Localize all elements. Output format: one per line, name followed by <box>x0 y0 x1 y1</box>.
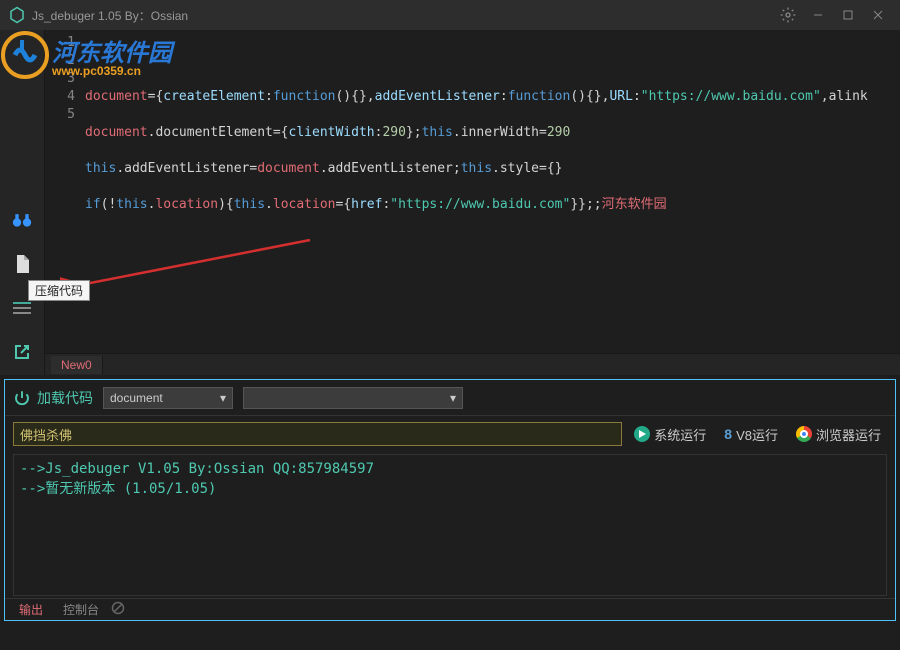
console-output[interactable]: -->Js_debuger V1.05 By:Ossian QQ:8579845… <box>13 454 887 596</box>
combo-value: document <box>110 391 163 405</box>
play-icon <box>634 426 650 442</box>
line-number: 1 <box>45 34 75 52</box>
titlebar: Js_debuger 1.05 By：Ossian <box>0 0 900 30</box>
line-number: 4 <box>45 88 75 106</box>
chevron-down-icon: ▾ <box>450 391 456 405</box>
editor-tab[interactable]: New0 <box>51 356 103 374</box>
v8-icon: 8 <box>724 426 732 442</box>
load-label: 加载代码 <box>37 388 93 408</box>
run-label: 浏览器运行 <box>816 425 881 444</box>
block-icon[interactable] <box>111 601 125 618</box>
console-line: -->Js_debuger V1.05 By:Ossian QQ:8579845… <box>20 459 880 479</box>
file-icon[interactable] <box>12 254 32 274</box>
list-icon[interactable] <box>12 298 32 318</box>
console-line: -->暂无新版本 (1.05/1.05) <box>20 479 880 499</box>
line-gutter: 1 2 3 4 5 <box>45 34 85 353</box>
code-content[interactable]: document={createElement:function(){},add… <box>85 34 900 353</box>
expression-input[interactable] <box>13 422 622 446</box>
window-controls <box>774 3 892 27</box>
line-number: 3 <box>45 70 75 88</box>
run-system-button[interactable]: 系统运行 <box>628 425 712 444</box>
chevron-down-icon: ▾ <box>220 391 226 405</box>
run-v8-button[interactable]: 8 V8运行 <box>718 425 784 444</box>
main-area: 1 2 3 4 5 document={createElement:functi… <box>0 30 900 375</box>
load-code-button[interactable]: 加载代码 <box>13 388 93 408</box>
title-text: Js_debuger 1.05 By：Ossian <box>32 7 188 24</box>
line-number: 5 <box>45 106 75 124</box>
run-label: V8运行 <box>736 425 778 444</box>
tab-output[interactable]: 输出 <box>11 599 51 620</box>
run-label: 系统运行 <box>654 425 706 444</box>
editor-tab-bar: New0 <box>45 353 900 375</box>
sidebar <box>0 30 45 375</box>
output-tab-bar: 输出 控制台 <box>5 598 895 620</box>
load-bar: 加载代码 document ▾ ▾ <box>5 380 895 416</box>
maximize-icon[interactable] <box>834 3 862 27</box>
power-icon <box>13 389 31 407</box>
run-browser-button[interactable]: 浏览器运行 <box>790 425 887 444</box>
line-number: 2 <box>45 52 75 70</box>
editor-wrap: 1 2 3 4 5 document={createElement:functi… <box>45 30 900 375</box>
app-icon <box>8 6 26 24</box>
minimize-icon[interactable] <box>804 3 832 27</box>
close-icon[interactable] <box>864 3 892 27</box>
watermark-inline: 河东软件园 <box>602 197 667 212</box>
compress-tooltip: 压缩代码 <box>28 280 90 301</box>
bottom-panel: 加载代码 document ▾ ▾ 系统运行 8 V8运行 浏览器运行 -->J… <box>4 379 896 621</box>
gear-icon[interactable] <box>774 3 802 27</box>
combo-document[interactable]: document ▾ <box>103 387 233 409</box>
run-bar: 系统运行 8 V8运行 浏览器运行 <box>5 416 895 452</box>
code-editor[interactable]: 1 2 3 4 5 document={createElement:functi… <box>45 30 900 353</box>
binoculars-icon[interactable] <box>12 210 32 230</box>
combo-secondary[interactable]: ▾ <box>243 387 463 409</box>
title-left: Js_debuger 1.05 By：Ossian <box>8 6 188 24</box>
tab-console[interactable]: 控制台 <box>55 599 107 620</box>
chrome-icon <box>796 426 812 442</box>
external-link-icon[interactable] <box>12 342 32 362</box>
